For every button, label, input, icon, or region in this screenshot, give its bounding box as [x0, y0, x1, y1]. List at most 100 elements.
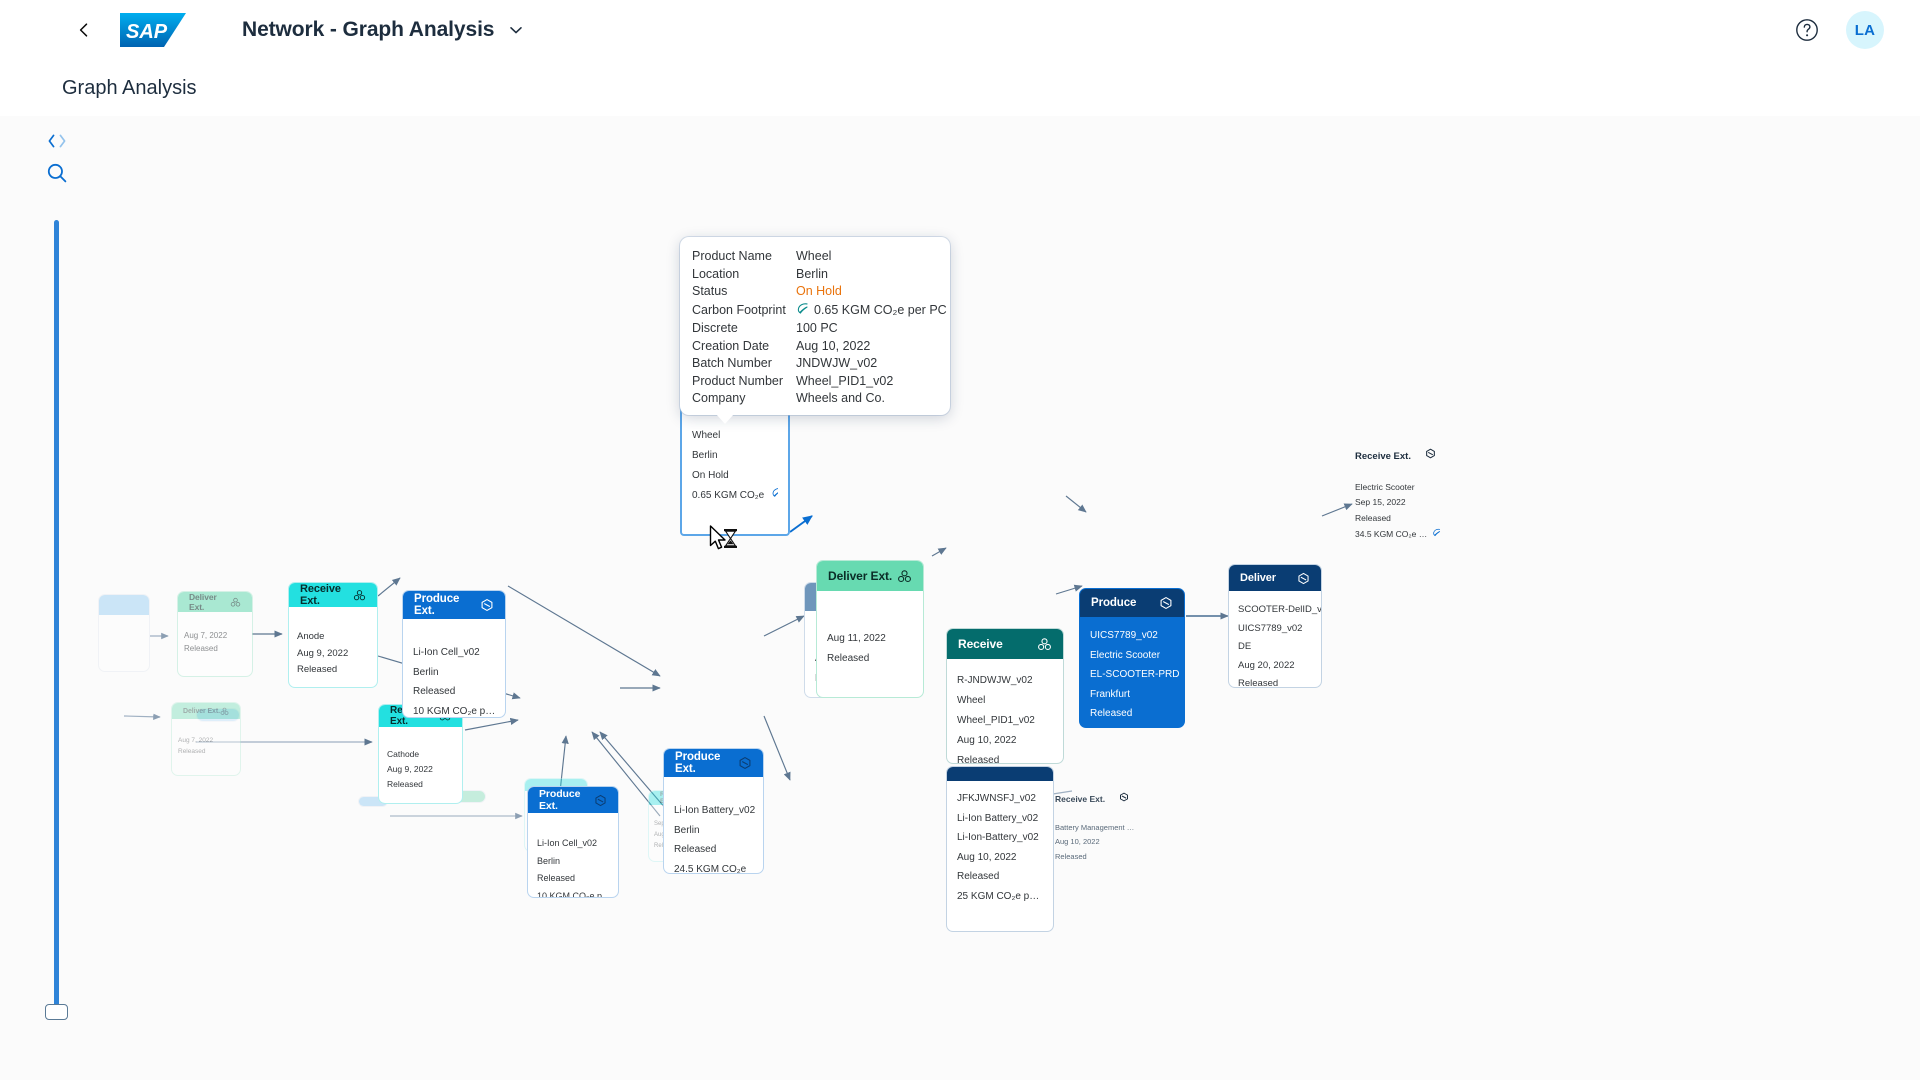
node-details-tooltip: Product Name Wheel Location Berlin Statu… — [680, 237, 950, 424]
node-line: Cathode — [387, 749, 420, 759]
node-title: Receive Ext. — [300, 583, 341, 607]
node-line-carbon: 25 KGM CO₂e p… — [957, 887, 1043, 907]
node-line: Aug 7, 2022 — [184, 631, 228, 640]
node-deliver-cathode[interactable]: Deliver Ext. Aug 7, 2022 Released — [171, 702, 241, 776]
tooltip-key: Discrete — [692, 321, 738, 335]
node-produce-liion-bottom[interactable]: Produce Ext. Li-Ion Cell_v02 Berlin Rele… — [527, 786, 619, 898]
node-body: Aug 11, 2022 Released — [817, 591, 923, 697]
node-title: Produce Ext. — [539, 788, 581, 812]
label-line: 34.5 KGM CO₂e … — [1355, 528, 1428, 539]
node-title: Produce — [1091, 597, 1137, 609]
search-icon — [47, 163, 67, 183]
molecule-icon — [897, 569, 912, 584]
tooltip-row: Discrete 100 PC — [692, 321, 936, 335]
node-line: Electric Scooter — [1090, 649, 1161, 661]
node-title: Deliver Ext. — [828, 569, 893, 583]
node-line: SCOOTER-DelID_v0… — [1238, 604, 1321, 615]
app-shell: SAP Network - Graph Analysis LA Graph An… — [0, 0, 1920, 1080]
label-line: Aug 10, 2022 — [1055, 837, 1100, 847]
node-receive-battery[interactable]: JFKJWNSFJ_v02 Li-Ion Battery_v02 Li-Ion-… — [946, 766, 1054, 932]
sap-logo[interactable]: SAP — [120, 12, 186, 47]
tooltip-key: Company — [692, 391, 746, 405]
busy-hourglass-icon — [724, 529, 737, 548]
tooltip-value-carbon: 0.65 KGM CO₂e per PC — [796, 302, 947, 318]
molecule-icon — [220, 707, 229, 716]
node-body — [99, 615, 149, 671]
tooltip-value: Wheel_PID1_v02 — [796, 373, 894, 388]
node-line: 0.65 KGM CO₂e — [692, 490, 765, 501]
leaf-icon — [796, 302, 809, 318]
node-line: 10 KGM CO₂e p… — [413, 705, 495, 717]
cube-icon — [480, 598, 494, 612]
label-header: Receive Ext. — [1355, 448, 1441, 466]
tooltip-row: Carbon Footprint 0.65 KGM CO₂e per PC — [692, 302, 947, 318]
label-line: Released — [1055, 851, 1087, 861]
node-ghost-left-1[interactable] — [98, 594, 150, 672]
node-line: Aug 10, 2022 — [957, 735, 1017, 746]
search-button[interactable] — [40, 156, 74, 190]
node-deliver-wheel[interactable]: Deliver Ext. Aug 11, 2022 Released — [816, 560, 924, 698]
avatar-initials: LA — [1854, 21, 1876, 39]
node-line: Aug 10, 2022 — [957, 851, 1017, 863]
tooltip-row: Company Wheels and Co. — [692, 391, 936, 405]
label-line: Electric Scooter — [1355, 481, 1415, 492]
node-line: Wheel_PID1_v02 — [957, 715, 1035, 726]
status-badge: On Hold — [796, 284, 842, 298]
node-header: Deliver Ext. — [178, 592, 252, 612]
app-title[interactable]: Network - Graph Analysis — [242, 18, 524, 42]
expand-collapse-button[interactable] — [40, 124, 74, 158]
chevron-down-icon[interactable] — [508, 22, 524, 38]
node-body: Aug 7, 2022 Released — [172, 719, 240, 775]
node-line: Released — [387, 778, 423, 789]
node-header: Produce Ext. — [403, 591, 505, 619]
zoom-slider-thumb[interactable] — [45, 1004, 68, 1020]
node-header: Receive — [947, 629, 1063, 659]
node-receive-cathode[interactable]: Receive Ext. Cathode Aug 9, 2022 Release… — [378, 704, 463, 804]
node-line: R-JNDWJW_v02 — [957, 675, 1033, 686]
molecule-icon — [1037, 637, 1052, 652]
node-produce-battery[interactable]: Produce Ext. Li-Ion Battery_v02 Berlin R… — [663, 748, 764, 874]
label-line-carbon: 34.5 KGM CO₂e … — [1355, 527, 1441, 543]
node-line-carbon: 34 KGM CO₂e p… — [1090, 724, 1174, 728]
node-deliver-anode[interactable]: Deliver Ext. Aug 7, 2022 Released — [177, 591, 253, 677]
node-header: Deliver — [1229, 565, 1321, 591]
molecule-icon — [353, 589, 366, 602]
node-line: Frankfurt — [1090, 688, 1131, 700]
node-line: Berlin — [413, 666, 439, 678]
node-header: Produce — [1080, 589, 1184, 617]
node-receive-wheel[interactable]: Receive R-JNDWJW_v02 Wheel Wheel_PID1_v0… — [946, 628, 1064, 764]
help-circle-icon[interactable] — [1794, 17, 1820, 43]
label-receive-scooter[interactable]: Receive Ext. Electric Scooter Sep 15, 20… — [1355, 448, 1441, 542]
tooltip-value: Wheel — [796, 249, 832, 263]
svg-text:SAP: SAP — [126, 21, 168, 43]
avatar[interactable]: LA — [1846, 11, 1884, 49]
back-button[interactable] — [70, 16, 98, 44]
zoom-slider-track[interactable] — [54, 220, 59, 1020]
node-produce-scooter[interactable]: Produce UICS7789_v02 Electric Scooter EL… — [1079, 588, 1185, 728]
node-receive-anode[interactable]: Receive Ext. Anode Aug 9, 2022 Released — [288, 582, 378, 688]
sap-logo-icon: SAP — [120, 12, 186, 47]
label-receive-bms[interactable]: Receive Ext. Battery Management … Aug 10… — [1055, 791, 1134, 864]
tooltip-row: Creation Date Aug 10, 2022 — [692, 339, 936, 353]
node-body: SCOOTER-DelID_v0… UICS7789_v02 DE Aug 20… — [1229, 591, 1321, 687]
cube-icon — [1119, 791, 1129, 807]
node-line: Berlin — [537, 855, 561, 866]
graph-canvas[interactable]: Deliver Ext. Aug 7, 2022 Released Receiv… — [0, 116, 1920, 1080]
node-line: Released — [297, 664, 338, 676]
tooltip-value: JNDWJW_v02 — [796, 356, 878, 370]
tooltip-value: Berlin — [796, 266, 828, 281]
node-body: JFKJWNSFJ_v02 Li-Ion Battery_v02 Li-Ion-… — [947, 781, 1053, 931]
node-deliver-scooter[interactable]: Deliver SCOOTER-DelID_v0… UICS7789_v02 D… — [1228, 564, 1322, 688]
expand-collapse-icon — [48, 134, 66, 148]
node-line: Berlin — [692, 450, 718, 461]
label-title: Receive Ext. — [1055, 794, 1106, 804]
tooltip-value: Aug 10, 2022 — [796, 338, 871, 353]
top-bar: SAP Network - Graph Analysis LA — [0, 0, 1920, 60]
node-line: Released — [1090, 708, 1133, 719]
leaf-icon — [771, 486, 778, 506]
node-body: R-JNDWJW_v02 Wheel Wheel_PID1_v02 Aug 10… — [947, 659, 1063, 764]
node-produce-liion-top[interactable]: Produce Ext. Li-Ion Cell_v02 Berlin Rele… — [402, 590, 506, 718]
node-line: UICS7789_v02 — [1238, 622, 1303, 634]
cube-icon — [1297, 572, 1310, 585]
node-line: Released — [957, 755, 1000, 764]
